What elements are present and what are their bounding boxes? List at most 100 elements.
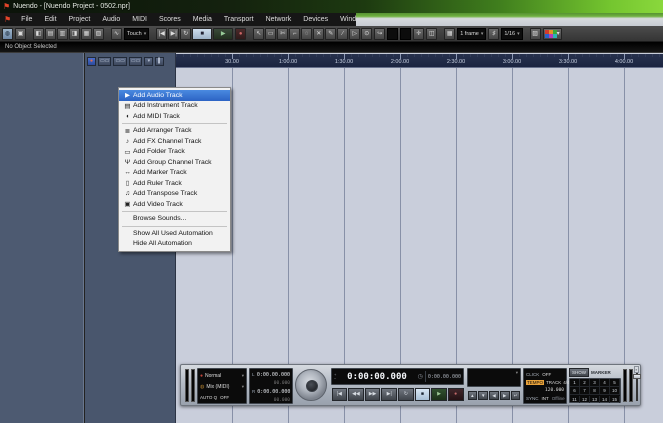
quantize-dropdown[interactable]: 1/16 ▾ — [501, 28, 522, 40]
menu-project[interactable]: Project — [63, 16, 97, 23]
shuttle-jog-wheel[interactable] — [295, 369, 327, 401]
nudge-button[interactable]: ↪ — [374, 28, 385, 40]
transport-corner-button[interactable]: ▪ — [634, 366, 639, 373]
stop-button[interactable]: ■ — [415, 388, 431, 401]
activate-project-button[interactable]: ◍ — [2, 28, 13, 40]
track-controls-button-2[interactable]: ▭▭ — [113, 57, 126, 66]
cycle-button[interactable]: ↻ — [180, 28, 191, 40]
output-fader-handle[interactable] — [633, 374, 641, 379]
time-format-clock-icon[interactable]: ◷ — [418, 373, 423, 380]
click-row[interactable]: CLICK OFF — [526, 370, 564, 378]
menu-devices[interactable]: Devices — [297, 16, 334, 23]
marker-button-14[interactable]: 14 — [600, 396, 610, 403]
jog-center-knob[interactable] — [306, 380, 318, 392]
glue-tool[interactable]: ⌐ — [289, 28, 300, 40]
menu-transport[interactable]: Transport — [218, 16, 260, 23]
menu-item-add-arranger-track[interactable]: ≣ Add Arranger Track — [119, 126, 230, 137]
constrain-delay-button[interactable]: ▣ — [15, 28, 26, 40]
play-button[interactable]: ▶ — [213, 28, 233, 40]
line-tool[interactable]: ∕ — [337, 28, 348, 40]
automation-mode-dropdown[interactable]: Touch ▾ — [124, 28, 149, 40]
timeline-ruler[interactable]: 30.00 1:00.00 1:30.00 2:00.00 2:30.00 3:… — [176, 54, 663, 68]
record-mode-row[interactable]: ● Normal ▾ — [200, 370, 244, 381]
play-button[interactable]: ▶ — [431, 388, 447, 401]
arranger-next-button[interactable]: ▶ — [500, 391, 510, 400]
marker-button-12[interactable]: 12 — [580, 396, 590, 403]
marker-button-1[interactable]: 1 — [570, 379, 580, 386]
arranger-display[interactable]: ▾ — [467, 368, 521, 387]
tempo-row[interactable]: TEMPO TRACK 4/4 — [526, 378, 564, 386]
menu-item-add-audio-track[interactable]: ▶ Add Audio Track — [119, 90, 230, 101]
time-minus-button[interactable]: − — [334, 377, 336, 381]
marker-button-10[interactable]: 10 — [610, 387, 620, 394]
marker-button-5[interactable]: 5 — [610, 379, 620, 386]
menu-file[interactable]: File — [15, 16, 38, 23]
stop-button[interactable]: ■ — [192, 28, 212, 40]
crosshair-button[interactable]: ▨ — [530, 28, 541, 40]
sync-row[interactable]: SYNC INT Offline — [526, 394, 564, 402]
marker-button-7[interactable]: 7 — [580, 387, 590, 394]
grid-type-dropdown[interactable]: 1 frame ▾ — [457, 28, 486, 40]
goto-start-button[interactable]: |◀ — [332, 388, 348, 401]
color-palette-button[interactable]: ▾ — [543, 28, 562, 40]
show-markers-button[interactable]: SHOW — [569, 368, 589, 377]
rewind-button[interactable]: ◀◀ — [348, 388, 364, 401]
autoscroll-button[interactable]: ✛ — [413, 28, 424, 40]
arranger-down-button[interactable]: ▼ — [478, 391, 488, 400]
toggle-infoline-icon[interactable]: ▤ — [45, 28, 56, 40]
menu-item-show-all-used-automation[interactable]: Show All Used Automation — [119, 228, 230, 239]
toggle-overview-icon[interactable]: ▥ — [57, 28, 68, 40]
toggle-status-icon[interactable]: ▧ — [93, 28, 104, 40]
marker-button-6[interactable]: 6 — [570, 387, 580, 394]
goto-next-marker-button[interactable]: ▶| — [168, 28, 179, 40]
goto-previous-marker-button[interactable]: |◀ — [156, 28, 167, 40]
left-locator-row[interactable]: L 0:00.00.000 — [252, 370, 290, 379]
menu-media[interactable]: Media — [187, 16, 218, 23]
arranger-up-button[interactable]: ▲ — [468, 391, 478, 400]
menu-audio[interactable]: Audio — [96, 16, 126, 23]
zoom-tool[interactable]: ⊙ — [361, 28, 372, 40]
arranger-activate-button[interactable]: ↵ — [511, 391, 521, 400]
menu-item-add-marker-track[interactable]: ↔ Add Marker Track — [119, 168, 230, 179]
track-controls-button-3[interactable]: ▭▭ — [129, 57, 142, 66]
menu-item-browse-sounds[interactable]: Browse Sounds... — [119, 214, 230, 225]
menu-item-add-transpose-track[interactable]: ♫ Add Transpose Track — [119, 189, 230, 200]
snap-button[interactable]: ◫ — [426, 28, 437, 40]
menu-item-add-folder-track[interactable]: ▭ Add Folder Track — [119, 147, 230, 158]
marker-button-15[interactable]: 15 — [610, 396, 620, 403]
app-menu-icon[interactable]: ⚑ — [4, 15, 11, 24]
toggle-inspector-icon[interactable]: ◧ — [33, 28, 44, 40]
draw-tool[interactable]: ✎ — [325, 28, 336, 40]
mute-tool[interactable]: ✕ — [313, 28, 324, 40]
scrub-tool[interactable]: ▷ — [349, 28, 360, 40]
toggle-mixer-icon[interactable]: ▦ — [81, 28, 92, 40]
marker-button-2[interactable]: 2 — [580, 379, 590, 386]
menu-edit[interactable]: Edit — [38, 16, 62, 23]
cycle-button[interactable]: ↻ — [398, 388, 414, 401]
menu-item-add-video-track[interactable]: ▣ Add Video Track — [119, 199, 230, 210]
grid-icon[interactable]: ▦ — [444, 28, 455, 40]
time-display[interactable]: + − 0:00:00.000 ◷ 0:00.00.000 — [331, 368, 464, 385]
record-button[interactable]: ● — [235, 28, 246, 40]
auto-quantize-row[interactable]: AUTO Q OFF — [200, 392, 244, 402]
marker-button-4[interactable]: 4 — [600, 379, 610, 386]
automation-panel-button[interactable]: ∿ — [111, 28, 122, 40]
track-header-dropdown[interactable]: ▾ — [144, 57, 153, 66]
track-color-button[interactable]: ● — [87, 57, 96, 66]
forward-button[interactable]: ▶▶ — [365, 388, 381, 401]
midi-record-mode-row[interactable]: ◍ Mix (MIDI) ▾ — [200, 381, 244, 392]
erase-tool[interactable]: ◌ — [301, 28, 312, 40]
menu-midi[interactable]: MIDI — [126, 16, 153, 23]
marker-button-9[interactable]: 9 — [600, 387, 610, 394]
quantize-icon[interactable]: ♯ — [488, 28, 499, 40]
toggle-pool-icon[interactable]: ◨ — [69, 28, 80, 40]
time-nudge-buttons[interactable]: + − — [334, 373, 336, 381]
marker-button-13[interactable]: 13 — [590, 396, 600, 403]
record-button[interactable]: ● — [448, 388, 464, 401]
arranger-prev-button[interactable]: ◀ — [489, 391, 499, 400]
marker-button-11[interactable]: 11 — [570, 396, 580, 403]
menu-scores[interactable]: Scores — [153, 16, 187, 23]
right-locator-row[interactable]: R 0:00.00.000 — [252, 387, 290, 396]
menu-network[interactable]: Network — [260, 16, 298, 23]
marker-button-8[interactable]: 8 — [590, 387, 600, 394]
